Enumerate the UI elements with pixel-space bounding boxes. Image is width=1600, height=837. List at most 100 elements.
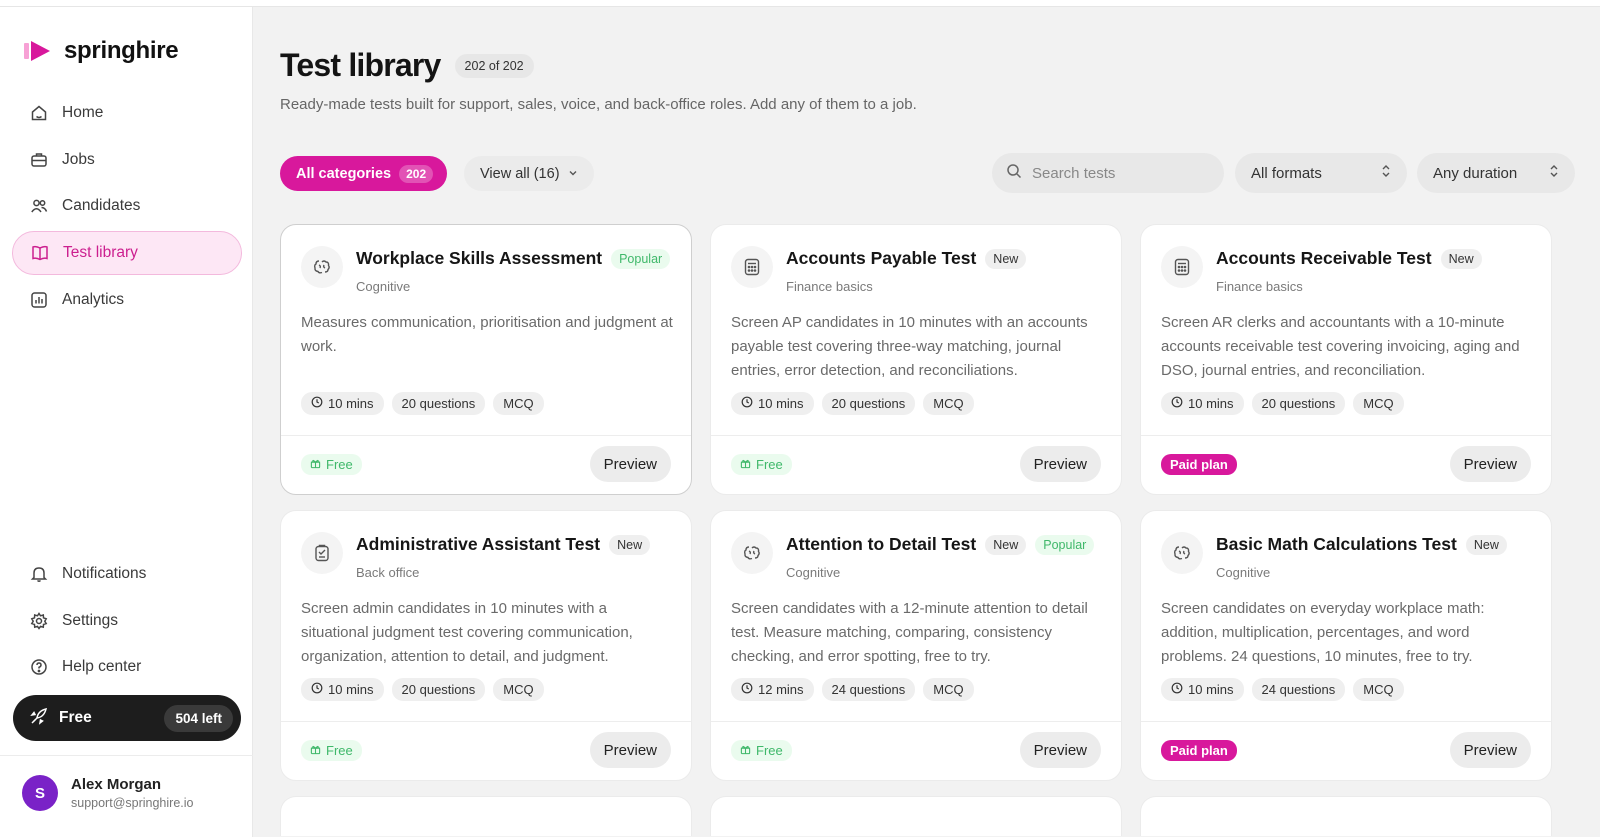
search-box[interactable] [992, 153, 1224, 193]
card-title: Basic Math Calculations Test [1216, 534, 1457, 554]
help-icon [30, 658, 48, 676]
sidebar-item-help-center[interactable]: Help center [12, 645, 242, 689]
sidebar-item-jobs[interactable]: Jobs [12, 138, 242, 182]
card-title: Attention to Detail Test [786, 534, 977, 554]
brain-icon [301, 246, 343, 288]
user-email: support@springhire.io [71, 796, 194, 810]
sidebar-item-label: Candidates [62, 197, 141, 215]
plan-upgrade-button[interactable]: Free 504 left [13, 695, 241, 741]
preview-button[interactable]: Preview [1449, 732, 1531, 768]
card-description: Screen candidates with a 12-minute atten… [731, 600, 1088, 665]
select-value: All formats [1251, 164, 1322, 182]
sidebar-item-label: Test library [63, 244, 138, 262]
duration-value: 10 mins [328, 682, 374, 697]
price-label: Free [756, 457, 783, 472]
preview-button[interactable]: Preview [1019, 446, 1101, 482]
main-content: Test library 202 of 202 Ready-made tests… [253, 7, 1600, 837]
price-label: Free [326, 457, 353, 472]
card-title: Accounts Payable Test [786, 248, 977, 268]
card-meta: 10 mins 20 questions MCQ [301, 678, 544, 701]
test-card[interactable]: Basic Math Calculations Test New Cogniti… [1140, 510, 1552, 781]
price-label: Free [756, 743, 783, 758]
card-description: Screen AP candidates in 10 minutes with … [731, 314, 1088, 379]
card-title: Administrative Assistant Test [356, 534, 601, 554]
card-description: Screen candidates on everyday workplace … [1161, 600, 1485, 665]
chevron-updown-icon [1549, 164, 1559, 182]
sidebar-item-label: Notifications [62, 565, 147, 582]
main-nav: Home Jobs Candidates Test library Analyt… [12, 91, 242, 324]
test-card[interactable]: Workplace Skills Assessment Popular Cogn… [280, 224, 692, 495]
format-select[interactable]: All formats [1235, 153, 1407, 193]
new-badge: New [609, 534, 651, 555]
sidebar: springhire Home Jobs Candidates Test lib… [0, 7, 253, 837]
new-badge: New [985, 248, 1027, 269]
secondary-nav: Notifications Settings Help center [12, 552, 242, 692]
sidebar-item-test-library[interactable]: Test library [12, 231, 242, 276]
questions-pill: 24 questions [821, 678, 916, 701]
view-all-categories-dropdown[interactable]: View all (16) [464, 156, 594, 191]
page-subtitle: Ready-made tests built for support, sale… [280, 96, 917, 113]
card-category: Back office [356, 565, 420, 580]
gear-icon [30, 611, 48, 630]
chip-label: All categories [296, 165, 392, 182]
sidebar-item-analytics[interactable]: Analytics [12, 278, 242, 322]
format-pill: MCQ [1353, 392, 1404, 415]
dropdown-label: View all (16) [480, 165, 560, 182]
preview-button[interactable]: Preview [1449, 446, 1531, 482]
duration-pill: 10 mins [1161, 678, 1244, 701]
card-meta: 10 mins 20 questions MCQ [301, 392, 544, 415]
rocket-icon [29, 706, 49, 731]
price-label: Paid plan [1170, 457, 1228, 472]
all-categories-chip[interactable]: All categories 202 [280, 156, 448, 191]
duration-select[interactable]: Any duration [1417, 153, 1575, 193]
price-badge: Paid plan [1161, 740, 1237, 761]
preview-button[interactable]: Preview [589, 446, 671, 482]
duration-pill: 10 mins [301, 392, 384, 415]
gift-icon [310, 457, 321, 472]
result-count-badge: 202 of 202 [454, 53, 534, 78]
sidebar-item-home[interactable]: Home [12, 91, 242, 135]
brain-icon [731, 532, 773, 574]
card-description: Screen AR clerks and accountants with a … [1161, 314, 1520, 379]
card-category: Cognitive [786, 565, 841, 580]
avatar: S [22, 775, 58, 811]
test-card-partial[interactable] [1140, 796, 1552, 836]
brand[interactable]: springhire [24, 37, 179, 65]
preview-button[interactable]: Preview [1019, 732, 1101, 768]
test-card[interactable]: Administrative Assistant Test New Back o… [280, 510, 692, 781]
test-card-partial[interactable] [280, 796, 692, 836]
sidebar-item-candidates[interactable]: Candidates [12, 184, 242, 228]
format-pill: MCQ [923, 678, 974, 701]
select-value: Any duration [1433, 164, 1518, 182]
home-icon [30, 104, 48, 122]
user-name: Alex Morgan [71, 776, 162, 793]
price-label: Paid plan [1170, 743, 1228, 758]
test-card[interactable]: Accounts Payable Test New Finance basics… [710, 224, 1122, 495]
preview-button[interactable]: Preview [589, 732, 671, 768]
divider [1141, 721, 1551, 722]
test-card[interactable]: Attention to Detail Test New Popular Cogn… [710, 510, 1122, 781]
window-top-edge [0, 0, 1600, 7]
user-profile[interactable]: S Alex Morgan support@springhire.io [22, 775, 193, 811]
page-title: Test library [280, 47, 441, 83]
new-badge: New [1440, 248, 1482, 269]
price-badge: Free [731, 454, 792, 475]
clock-icon [1171, 396, 1183, 411]
clock-icon [741, 682, 753, 697]
sidebar-item-notifications[interactable]: Notifications [12, 552, 242, 596]
filter-bar: All categories 202 View all (16) All for… [280, 153, 1580, 193]
format-pill: MCQ [923, 392, 974, 415]
test-card-partial[interactable] [710, 796, 1122, 836]
sidebar-item-settings[interactable]: Settings [12, 599, 242, 643]
popular-badge: Popular [1035, 534, 1095, 555]
questions-pill: 20 questions [1251, 392, 1346, 415]
format-pill: MCQ [493, 678, 544, 701]
price-badge: Free [731, 740, 792, 761]
duration-pill: 12 mins [731, 678, 814, 701]
book-icon [31, 244, 49, 262]
card-meta: 10 mins 24 questions MCQ [1161, 678, 1404, 701]
card-title: Accounts Receivable Test [1216, 248, 1432, 268]
test-card[interactable]: Accounts Receivable Test New Finance bas… [1140, 224, 1552, 495]
chevron-down-icon [568, 166, 578, 182]
search-input[interactable] [1032, 164, 1202, 182]
